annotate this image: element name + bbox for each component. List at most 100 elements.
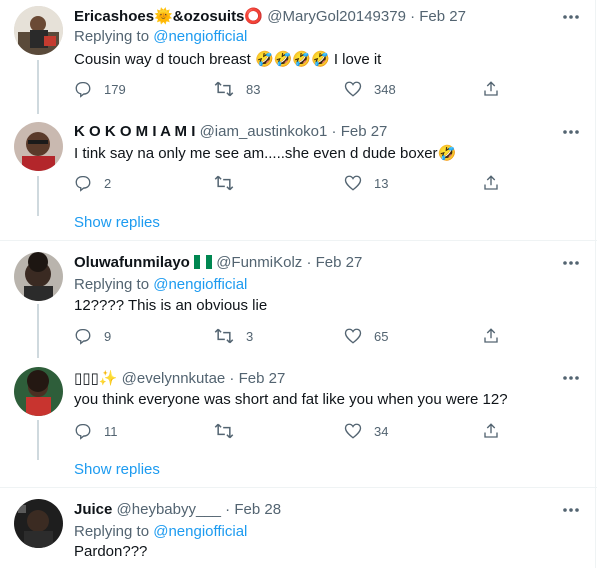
share-icon [482,80,500,98]
like-icon [344,327,362,345]
tweet-date[interactable]: Feb 27 [316,254,363,271]
mention-link[interactable]: @nengiofficial [153,523,247,540]
share-button[interactable] [482,78,500,100]
tweet-text: Cousin way d touch breast 🤣🤣🤣🤣 I love it [74,50,382,68]
retweet-button[interactable] [214,172,246,194]
tweet-text: 12???? This is an obvious lie [74,297,268,314]
separator-dot: · [331,123,337,140]
like-button[interactable]: 65 [344,325,388,347]
tweet-text: you think everyone was short and fat lik… [74,391,508,408]
tweet-text: I tink say na only me see am.....she eve… [74,144,457,162]
retweet-count: 83 [246,81,261,97]
tweet-header: Ericashoes🌞&ozosuits⭕ @MaryGol20149379 ·… [74,7,466,25]
share-icon [482,422,500,440]
like-icon [344,80,362,98]
reply-button[interactable]: 9 [74,325,111,347]
tweet[interactable]: Juice @heybabyy___ · Feb 28 Replying to … [0,488,597,568]
avatar[interactable] [14,252,63,301]
user-handle[interactable]: @FunmiKolz [216,254,302,271]
tweet-header: Juice @heybabyy___ · Feb 28 [74,501,281,518]
tweet-actions: 11 34 [74,420,514,442]
more-icon[interactable] [560,10,582,24]
mention-link[interactable]: @nengiofficial [153,28,247,45]
more-icon[interactable] [560,371,582,385]
share-icon [482,174,500,192]
reply-icon [74,80,92,98]
like-icon [344,174,362,192]
retweet-count: 3 [246,328,254,344]
tweet-header: K O K O M I A M I @iam_austinkoko1 · Feb… [74,123,387,140]
more-icon[interactable] [560,503,582,517]
tweet[interactable]: Ericashoes🌞&ozosuits⭕ @MaryGol20149379 ·… [0,0,597,112]
avatar[interactable] [14,6,63,55]
tweet-date[interactable]: Feb 27 [341,123,388,140]
retweet-icon [214,327,234,345]
like-count: 34 [374,423,389,439]
retweet-icon [214,174,234,192]
reply-button[interactable]: 179 [74,78,126,100]
separator-dot: · [306,254,312,271]
tweet-actions: 179 83 348 [74,78,514,100]
tweet-date[interactable]: Feb 27 [239,370,286,387]
separator-dot: · [225,501,231,518]
more-icon[interactable] [560,125,582,139]
share-icon [482,327,500,345]
tweet[interactable]: ▯▯▯✨ @evelynnkutae · Feb 27 you think ev… [0,356,597,487]
reply-button[interactable]: 11 [74,420,118,442]
like-count: 13 [374,175,389,191]
like-button[interactable]: 34 [344,420,388,442]
avatar[interactable] [14,367,63,416]
sparkles-emoji: ✨ [98,369,118,387]
laughing-emoji: 🤣🤣🤣🤣 [254,50,330,68]
share-button[interactable] [482,325,500,347]
separator-dot: · [229,370,235,387]
like-button[interactable]: 348 [344,78,396,100]
user-handle[interactable]: @evelynnkutae [122,370,226,387]
retweet-icon [214,422,234,440]
tweet[interactable]: K O K O M I A M I @iam_austinkoko1 · Feb… [0,112,597,240]
retweet-icon [214,80,234,98]
reply-count: 2 [104,175,112,191]
reply-icon [74,327,92,345]
user-handle[interactable]: @iam_austinkoko1 [200,123,328,140]
display-name[interactable]: ▯▯▯✨ [74,369,118,387]
share-button[interactable] [482,420,500,442]
like-button[interactable]: 13 [344,172,388,194]
reply-count: 179 [104,81,126,97]
tweet-header: ▯▯▯✨ @evelynnkutae · Feb 27 [74,369,285,387]
replying-to: Replying to @nengiofficial [74,276,248,293]
display-name[interactable]: Ericashoes🌞&ozosuits⭕ [74,7,263,25]
retweet-button[interactable]: 83 [214,78,260,100]
tweet-actions: 9 3 65 [74,325,514,347]
more-icon[interactable] [560,256,582,270]
user-handle[interactable]: @heybabyy___ [117,501,221,518]
avatar[interactable] [14,122,63,171]
reply-count: 9 [104,328,112,344]
like-icon [344,422,362,440]
avatar[interactable] [14,499,63,548]
display-name[interactable]: K O K O M I A M I [74,123,195,140]
share-button[interactable] [482,172,500,194]
display-name[interactable]: Oluwafunmilayo [74,254,216,271]
retweet-button[interactable]: 3 [214,325,253,347]
tweet-date[interactable]: Feb 28 [234,501,281,518]
like-count: 65 [374,328,389,344]
show-replies-link[interactable]: Show replies [74,214,160,231]
tweet-text: Pardon??? [74,543,148,560]
retweet-button[interactable] [214,420,246,442]
reply-icon [74,422,92,440]
replying-to: Replying to @nengiofficial [74,28,248,45]
replying-to: Replying to @nengiofficial [74,523,248,540]
reply-count: 11 [104,423,118,439]
display-name[interactable]: Juice [74,501,112,518]
reply-button[interactable]: 2 [74,172,111,194]
separator-dot: · [410,8,416,25]
mention-link[interactable]: @nengiofficial [153,276,247,293]
user-handle[interactable]: @MaryGol20149379 [267,8,406,25]
tweet-date[interactable]: Feb 27 [419,8,466,25]
nigeria-flag-icon [194,255,213,273]
show-replies-link[interactable]: Show replies [74,461,160,478]
tweet-header: Oluwafunmilayo @FunmiKolz · Feb 27 [74,254,362,273]
laughing-emoji: 🤣 [437,144,457,162]
tweet[interactable]: Oluwafunmilayo @FunmiKolz · Feb 27 Reply… [0,241,597,356]
